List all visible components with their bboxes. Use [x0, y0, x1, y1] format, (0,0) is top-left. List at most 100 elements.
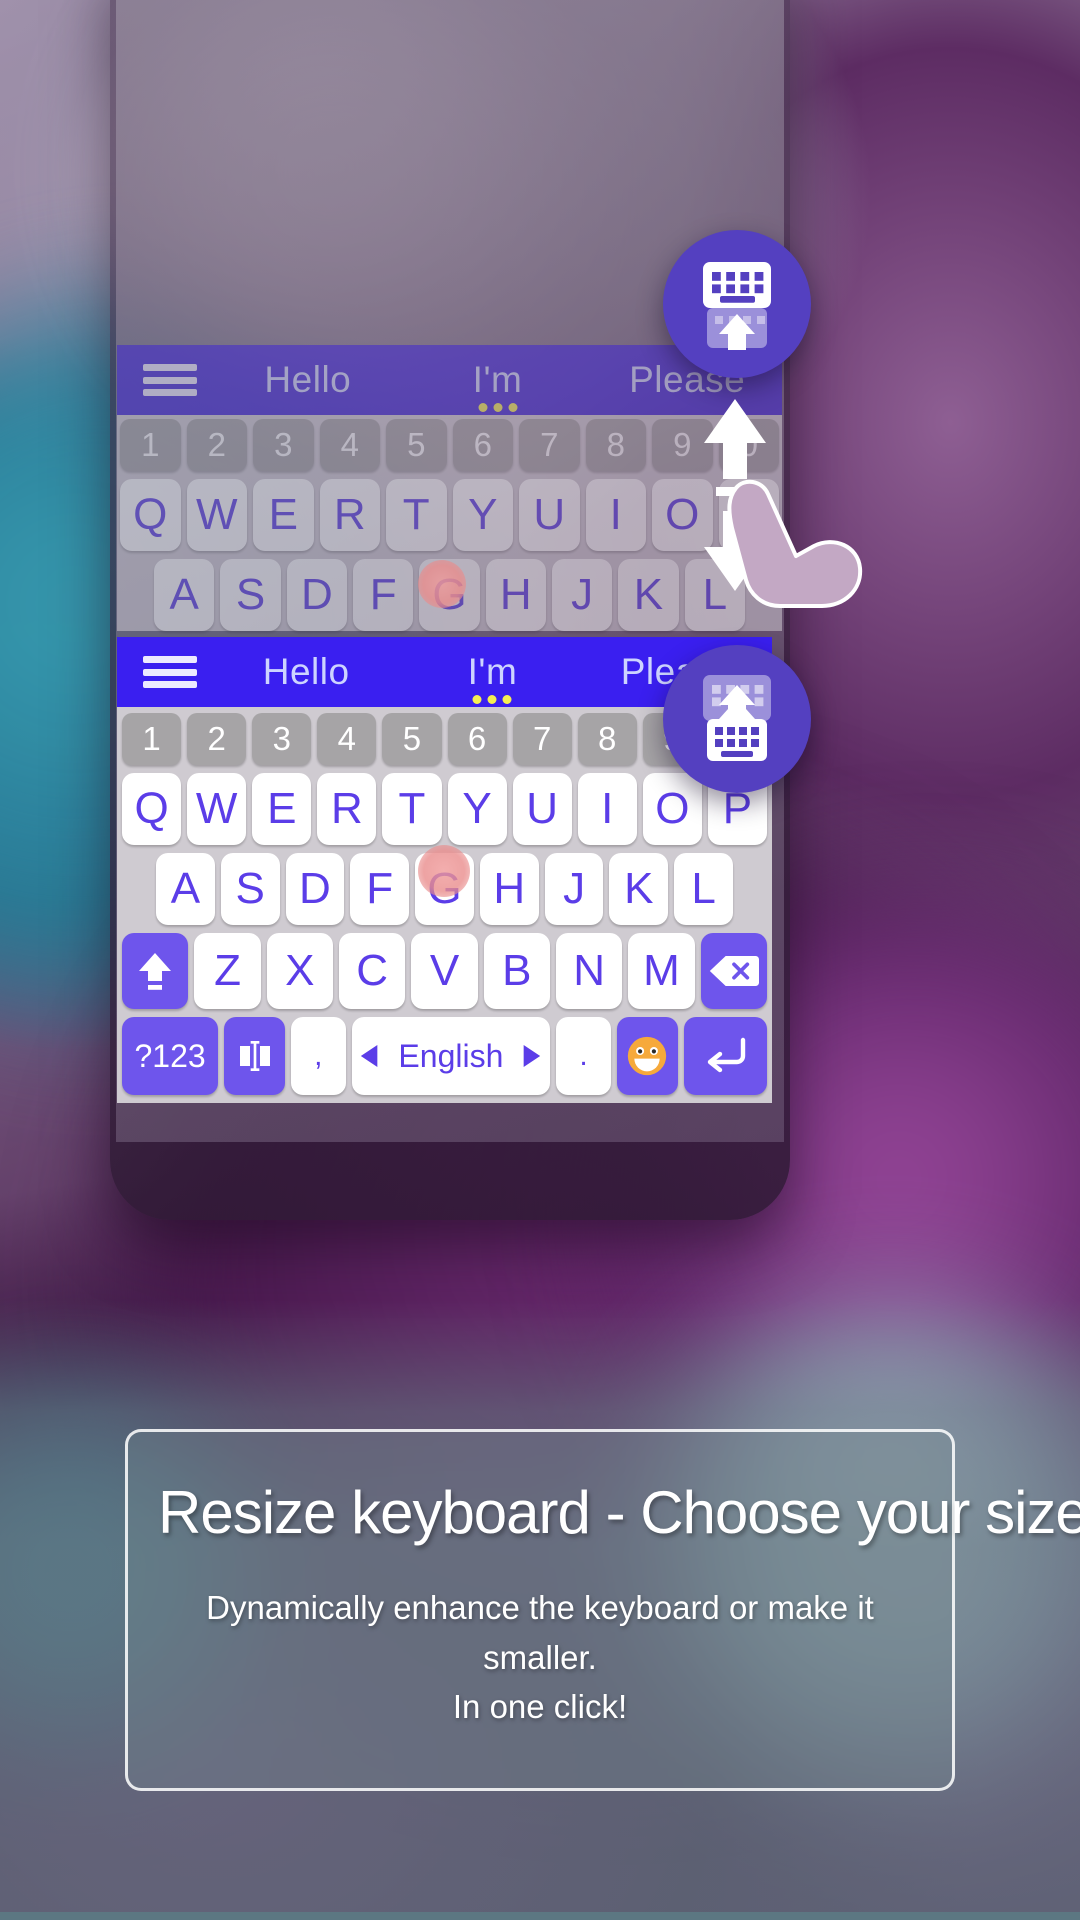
keyboard-arrow-up-icon — [703, 262, 771, 350]
key-g[interactable]: G — [415, 853, 474, 925]
key-num-2[interactable]: 2 — [187, 713, 247, 765]
key-n[interactable]: N — [555, 933, 623, 1009]
ghost-asdf-row: ASDFGHJKL — [120, 559, 779, 631]
key-y[interactable]: Y — [447, 773, 507, 845]
ghost-suggestion-label: Hello — [264, 359, 352, 400]
ghost-key-g: G — [419, 559, 480, 631]
ghost-key-num-6: 6 — [452, 419, 513, 471]
pointing-hand-cursor-icon — [727, 479, 863, 608]
ghost-suggestion-label: I'm — [472, 359, 523, 400]
key-num-7[interactable]: 7 — [512, 713, 572, 765]
enlarge-keyboard-button[interactable] — [663, 230, 811, 378]
ghost-key-num-7: 7 — [519, 419, 580, 471]
caption-box: Resize keyboard - Choose your size Dynam… — [125, 1429, 1080, 1791]
more-suggestions-dots-icon — [478, 403, 517, 412]
key-num-1[interactable]: 1 — [122, 713, 182, 765]
more-suggestions-dots-icon[interactable] — [472, 695, 512, 704]
bottom-row: ?123 , English . — [122, 1017, 767, 1095]
key-z[interactable]: Z — [194, 933, 261, 1009]
caption-title: Resize keyboard - Choose your size — [158, 1479, 1080, 1547]
hamburger-menu-icon — [143, 364, 197, 396]
ghost-key-num-5: 5 — [386, 419, 447, 471]
ghost-key-i: I — [585, 479, 646, 551]
key-num-6[interactable]: 6 — [447, 713, 507, 765]
suggestion-item-hello[interactable]: Hello — [213, 651, 399, 693]
ghost-key-j: J — [551, 559, 613, 631]
ghost-key-u: U — [519, 479, 580, 551]
shrink-keyboard-button[interactable] — [663, 645, 811, 793]
caption-subtitle-line1: Dynamically enhance the keyboard or make… — [206, 1589, 874, 1676]
suggestion-label: I'm — [467, 651, 518, 692]
key-f[interactable]: F — [350, 853, 410, 925]
ghost-key-r: R — [319, 479, 380, 551]
key-l[interactable]: L — [674, 853, 734, 925]
ghost-suggestion-item: Hello — [213, 359, 403, 401]
backspace-delete-icon — [709, 956, 759, 986]
symbols-key[interactable]: ?123 — [122, 1017, 219, 1095]
keyboard-arrow-down-icon — [703, 675, 771, 761]
ghost-key-t: T — [386, 479, 447, 551]
emoji-key[interactable] — [616, 1017, 678, 1095]
key-num-8[interactable]: 8 — [577, 713, 637, 765]
comma-key[interactable]: , — [291, 1017, 346, 1095]
key-q[interactable]: Q — [122, 773, 182, 845]
arrow-right-icon[interactable] — [521, 1045, 541, 1067]
key-t[interactable]: T — [382, 773, 442, 845]
period-key[interactable]: . — [556, 1017, 611, 1095]
ghost-key-e: E — [253, 479, 314, 551]
key-num-4[interactable]: 4 — [317, 713, 377, 765]
ghost-key-area: 1234567890 QWERTYUIOP ASDFGHJKL — [117, 415, 782, 631]
key-m[interactable]: M — [628, 933, 695, 1009]
key-e[interactable]: E — [252, 773, 312, 845]
suggestion-label: Hello — [262, 651, 350, 692]
key-h[interactable]: H — [479, 853, 539, 925]
space-language-key[interactable]: English — [351, 1017, 551, 1095]
key-a[interactable]: A — [155, 853, 215, 925]
key-num-5[interactable]: 5 — [382, 713, 442, 765]
key-w[interactable]: W — [187, 773, 247, 845]
ghost-key-num-3: 3 — [253, 419, 314, 471]
asdf-row: ASDFGHJKL — [122, 853, 767, 925]
key-s[interactable]: S — [220, 853, 280, 925]
ghost-key-a: A — [154, 559, 215, 631]
bottom-strip — [0, 1912, 1080, 1920]
hamburger-menu-icon[interactable] — [143, 656, 197, 688]
ghost-number-row: 1234567890 — [120, 419, 779, 471]
ghost-suggestion-bar: Hello I'm Please — [117, 345, 782, 415]
language-label: English — [398, 1037, 504, 1074]
ghost-qwerty-row: QWERTYUIOP — [120, 479, 779, 551]
key-c[interactable]: C — [339, 933, 406, 1009]
ghost-key-k: K — [618, 559, 679, 631]
ghost-key-d: D — [286, 559, 347, 631]
key-r[interactable]: R — [317, 773, 377, 845]
shift-arrow-up-icon — [139, 953, 172, 990]
key-d[interactable]: D — [285, 853, 345, 925]
enter-key[interactable] — [683, 1017, 767, 1095]
key-num-3[interactable]: 3 — [252, 713, 312, 765]
key-i[interactable]: I — [577, 773, 637, 845]
key-b[interactable]: B — [483, 933, 550, 1009]
key-k[interactable]: K — [609, 853, 669, 925]
shift-key[interactable] — [122, 933, 189, 1009]
qwerty-row: QWERTYUIOP — [122, 773, 767, 845]
ghost-key-y: Y — [452, 479, 513, 551]
ghost-suggestion-item: I'm — [403, 359, 593, 412]
ghost-keyboard-preview: Hello I'm Please 1234567890 QWERTYUIOP A… — [117, 345, 782, 640]
ghost-key-num-1: 1 — [120, 419, 181, 471]
suggestion-item-im[interactable]: I'm — [399, 651, 585, 704]
ghost-key-q: Q — [120, 479, 181, 551]
cursor-control-key[interactable] — [224, 1017, 286, 1095]
smiley-emoji-icon — [628, 1036, 667, 1076]
key-v[interactable]: V — [411, 933, 478, 1009]
key-x[interactable]: X — [266, 933, 333, 1009]
ghost-key-s: S — [220, 559, 281, 631]
key-u[interactable]: U — [512, 773, 572, 845]
key-area: 1234567890 QWERTYUIOP ASDFGHJKL Z X C V … — [117, 707, 772, 1103]
enter-return-icon — [708, 1037, 746, 1073]
key-o[interactable]: O — [642, 773, 702, 845]
zxcv-row: Z X C V B N M — [122, 933, 767, 1009]
arrow-left-icon[interactable] — [360, 1045, 380, 1067]
backspace-key[interactable] — [700, 933, 767, 1009]
caption-overlay: Resize keyboard - Choose your size Dynam… — [0, 1300, 1080, 1920]
key-j[interactable]: J — [544, 853, 604, 925]
